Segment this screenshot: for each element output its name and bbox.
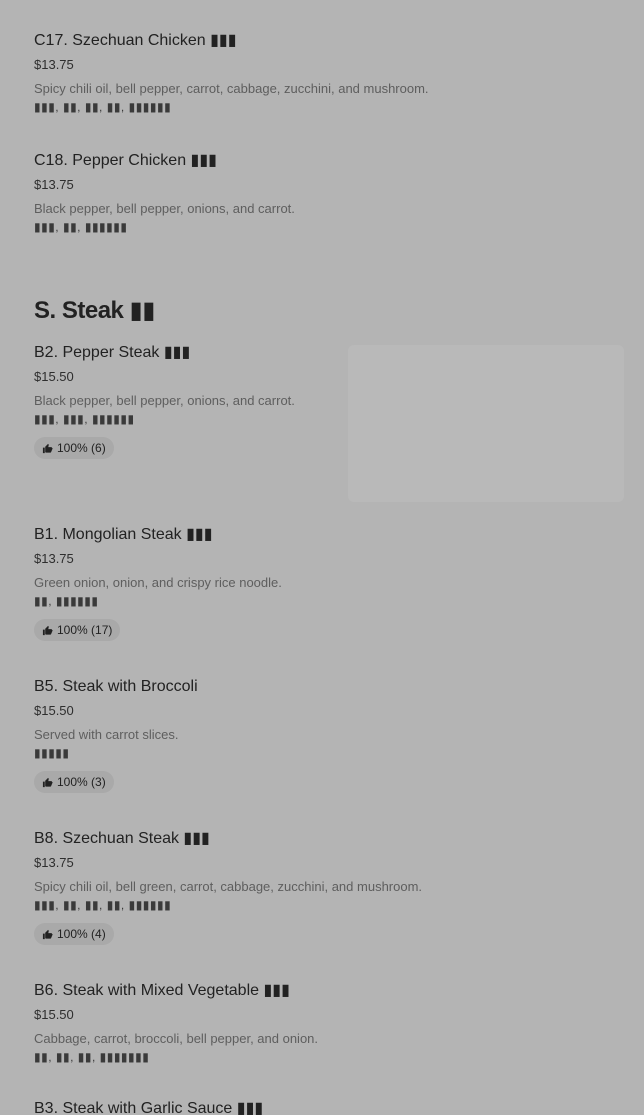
item-name: B3. Steak with Garlic Sauce ▮▮▮ (34, 1100, 264, 1115)
thumbs-up-icon (42, 929, 53, 940)
item-description-cn: ▮▮▮, ▮▮, ▮▮, ▮▮, ▮▮▮▮▮▮ (34, 898, 172, 912)
item-description: Spicy chili oil, bell green, carrot, cab… (34, 879, 423, 894)
thumbs-up-icon (42, 443, 53, 454)
item-description: Black pepper, bell pepper, onions, and c… (34, 201, 295, 216)
menu-item-b3[interactable]: B3. Steak with Garlic Sauce ▮▮▮ (34, 1099, 634, 1115)
item-description-cn: ▮▮, ▮▮▮▮▮▮ (34, 594, 99, 608)
rating-text: 100% (3) (57, 775, 106, 789)
item-description-cn: ▮▮▮▮▮ (34, 746, 70, 760)
menu-item-b6[interactable]: B6. Steak with Mixed Vegetable ▮▮▮ $15.5… (34, 981, 634, 1065)
menu-item-b8[interactable]: B8. Szechuan Steak ▮▮▮ $13.75 Spicy chil… (34, 829, 634, 945)
menu-item-b2[interactable]: B2. Pepper Steak ▮▮▮ $15.50 Black pepper… (34, 343, 334, 459)
item-price: $13.75 (34, 57, 74, 72)
section-title-steak: S. Steak ▮▮ (34, 297, 155, 324)
menu-item-c17[interactable]: C17. Szechuan Chicken ▮▮▮ $13.75 Spicy c… (34, 31, 634, 115)
rating-text: 100% (6) (57, 441, 106, 455)
item-name: B6. Steak with Mixed Vegetable ▮▮▮ (34, 982, 290, 999)
item-description-cn: ▮▮▮, ▮▮▮, ▮▮▮▮▮▮ (34, 412, 135, 426)
item-price: $15.50 (34, 1007, 74, 1022)
item-description: Spicy chili oil, bell pepper, carrot, ca… (34, 81, 429, 96)
item-price: $15.50 (34, 703, 74, 718)
rating-text: 100% (17) (57, 623, 113, 637)
item-name: C17. Szechuan Chicken ▮▮▮ (34, 32, 237, 49)
item-photo-placeholder[interactable] (348, 345, 624, 502)
menu-item-c18[interactable]: C18. Pepper Chicken ▮▮▮ $13.75 Black pep… (34, 151, 634, 235)
item-description: Served with carrot slices. (34, 727, 179, 742)
item-name: B5. Steak with Broccoli (34, 678, 198, 695)
thumbs-up-icon (42, 625, 53, 636)
item-description: Green onion, onion, and crispy rice nood… (34, 575, 282, 590)
item-name: B8. Szechuan Steak ▮▮▮ (34, 830, 210, 847)
item-name: B2. Pepper Steak ▮▮▮ (34, 344, 191, 361)
item-name: C18. Pepper Chicken ▮▮▮ (34, 152, 217, 169)
rating-text: 100% (4) (57, 927, 106, 941)
item-price: $13.75 (34, 855, 74, 870)
item-description: Black pepper, bell pepper, onions, and c… (34, 393, 295, 408)
rating-badge: 100% (4) (34, 923, 114, 945)
rating-badge: 100% (17) (34, 619, 121, 641)
menu-page: C17. Szechuan Chicken ▮▮▮ $13.75 Spicy c… (0, 0, 644, 1115)
rating-badge: 100% (3) (34, 771, 114, 793)
item-description-cn: ▮▮, ▮▮, ▮▮, ▮▮▮▮▮▮▮ (34, 1050, 150, 1064)
rating-badge: 100% (6) (34, 437, 114, 459)
item-description: Cabbage, carrot, broccoli, bell pepper, … (34, 1031, 319, 1046)
item-price: $15.50 (34, 369, 74, 384)
item-price: $13.75 (34, 551, 74, 566)
item-name: B1. Mongolian Steak ▮▮▮ (34, 526, 213, 543)
thumbs-up-icon (42, 777, 53, 788)
item-price: $13.75 (34, 177, 74, 192)
item-description-cn: ▮▮▮, ▮▮, ▮▮, ▮▮, ▮▮▮▮▮▮ (34, 100, 172, 114)
menu-item-b1[interactable]: B1. Mongolian Steak ▮▮▮ $13.75 Green oni… (34, 525, 634, 641)
item-description-cn: ▮▮▮, ▮▮, ▮▮▮▮▮▮ (34, 220, 128, 234)
menu-item-b5[interactable]: B5. Steak with Broccoli $15.50 Served wi… (34, 677, 634, 793)
